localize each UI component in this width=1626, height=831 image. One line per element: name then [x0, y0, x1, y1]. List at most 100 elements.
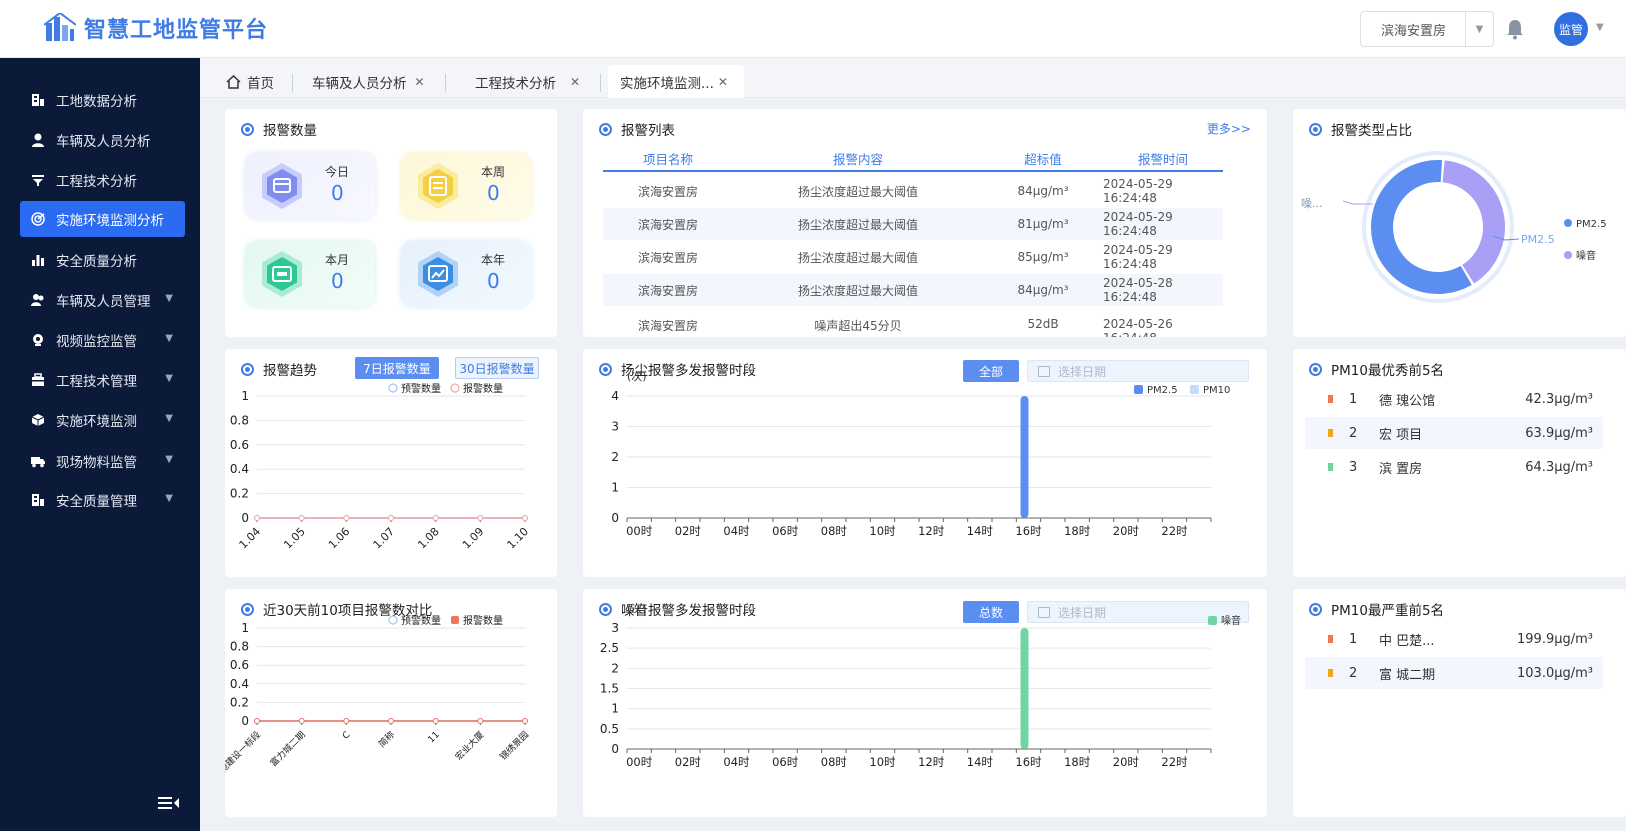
sidebar-item-vehicle-person-management[interactable]: 车辆及人员管理 ▼ [20, 282, 185, 318]
cube-icon [30, 412, 46, 428]
alarm-tile-today: 今日 0 [245, 153, 375, 219]
more-link[interactable]: 更多>> [1207, 120, 1251, 137]
list-item[interactable]: 2 富 城二期 103.0μg/m³ [1305, 657, 1603, 689]
tab-vehicle-person-analysis[interactable]: 车辆及人员分析 ✕ [312, 65, 425, 98]
tab-home[interactable]: 首页 [220, 65, 280, 98]
alarm-list-card: 报警列表 更多>> 项目名称 报警内容 超标值 报警时间 滨海安置房 扬尘浓度超… [583, 109, 1267, 337]
y-tick-label: 1 [611, 702, 619, 716]
data-point [477, 515, 484, 521]
x-tick-label: 08时 [821, 755, 848, 769]
y-tick-label: 3 [611, 420, 619, 434]
table-row[interactable]: 滨海安置房 扬尘浓度超过最大阈值 85μg/m³ 2024-05-29 16:2… [603, 241, 1223, 273]
legend-label: 预警数量 [401, 382, 441, 395]
sidebar-item-material-supervision[interactable]: 现场物料监管 ▼ [20, 443, 185, 479]
slice-label: 噪... [1301, 197, 1323, 210]
sidebar-item-env-monitoring[interactable]: 实施环境监测 ▼ [20, 402, 185, 438]
x-tick-label: 00时 [626, 524, 653, 538]
project-select-value: 滨海安置房 [1381, 23, 1447, 39]
list-item[interactable]: 1 中 巴楚... 199.9μg/m³ [1305, 623, 1603, 655]
y-axis-unit: (次) [627, 369, 647, 383]
sidebar-item-safety-quality-analysis[interactable]: 安全质量分析 [20, 242, 185, 278]
tab-env-monitoring-analysis[interactable]: 实施环境监测... ✕ [608, 65, 744, 98]
x-tick-label: 18时 [1064, 524, 1091, 538]
tab-divider [600, 74, 601, 92]
y-tick-label: 0 [241, 511, 249, 525]
x-tick-label: 22时 [1161, 755, 1188, 769]
x-tick-label: ...设施建设一标段 [225, 729, 263, 788]
column-header: 项目名称 [642, 152, 693, 167]
tab-divider [445, 74, 446, 92]
pm10-best-card: PM10最优秀前5名 1 德 瑰公馆 42.3μg/m³ 2 宏 项目 63.9… [1293, 349, 1626, 577]
x-tick-label: 00时 [626, 755, 653, 769]
avatar[interactable]: 监管 [1554, 12, 1588, 46]
legend-label: PM10 [1203, 385, 1230, 396]
sidebar-item-label: 工程技术管理 [56, 374, 137, 390]
tab-label: 实施环境监测... [620, 75, 714, 92]
slice-label: PM2.5 [1521, 233, 1555, 246]
truck-icon [30, 453, 46, 469]
sidebar-item-engineering-analysis[interactable]: 工程技术分析 [20, 162, 185, 198]
x-tick-label: 宏业大厦 [453, 729, 487, 763]
table-row[interactable]: 滨海安置房 扬尘浓度超过最大阈值 81μg/m³ 2024-05-29 16:2… [603, 208, 1223, 240]
tile-value: 0 [331, 181, 344, 205]
bar [1020, 628, 1029, 749]
sidebar: 工地数据分析 车辆及人员分析 工程技术分析 实施环境监测分析 安全质量分析 车辆… [0, 58, 200, 831]
close-icon[interactable]: ✕ [718, 75, 728, 89]
y-tick-label: 2 [611, 450, 619, 464]
data-point [477, 718, 484, 724]
close-icon[interactable]: ✕ [570, 75, 580, 89]
bar-chart-icon [30, 252, 46, 268]
noise-alarm-card: 噪音报警多发报警时段 总数 选择日期 (次) 0 0.5 1 1.5 2 2.5 3 00时 02… [583, 589, 1267, 817]
project-select[interactable]: 滨海安置房 ▼ [1360, 11, 1494, 47]
donut-slice [1442, 160, 1505, 284]
legend-marker [1564, 251, 1572, 259]
y-tick-label: 0.2 [230, 695, 249, 709]
sidebar-item-label: 实施环境监测分析 [56, 213, 164, 229]
data-point [522, 718, 528, 724]
tile-value: 0 [331, 269, 344, 293]
close-icon[interactable]: ✕ [415, 75, 425, 89]
x-tick-label: 1.04 [237, 525, 264, 552]
tab-divider [292, 74, 293, 92]
x-tick-label: 20时 [1113, 524, 1140, 538]
tab-engineering-analysis[interactable]: 工程技术分析 ✕ [475, 65, 580, 98]
list-item[interactable]: 3 滨 置房 64.3μg/m³ [1305, 451, 1603, 483]
list-item[interactable]: 2 宏 项目 63.9μg/m³ [1305, 417, 1603, 449]
legend-label: PM2.5 [1576, 219, 1607, 230]
sidebar-item-safety-quality-management[interactable]: 安全质量管理 ▼ [20, 482, 185, 518]
legend-marker [388, 383, 398, 393]
rank-marker [1328, 429, 1333, 437]
camera-icon [30, 332, 46, 348]
card-title: PM10最严重前5名 [1309, 599, 1444, 619]
x-tick-label: 10时 [869, 524, 896, 538]
tab-label: 车辆及人员分析 [312, 75, 407, 92]
data-point [298, 718, 305, 724]
sidebar-item-engineering-management[interactable]: 工程技术管理 ▼ [20, 362, 185, 398]
sidebar-item-site-data-analysis[interactable]: 工地数据分析 [20, 82, 185, 118]
collapse-menu-icon[interactable] [158, 795, 180, 811]
sidebar-item-vehicle-person-analysis[interactable]: 车辆及人员分析 [20, 122, 185, 158]
sidebar-item-env-monitoring-analysis[interactable]: 实施环境监测分析 [20, 201, 185, 237]
chevron-down-icon[interactable]: ▼ [1596, 22, 1604, 33]
filter-icon [30, 172, 46, 188]
x-tick-label: C [341, 730, 353, 742]
x-tick-label: 08时 [821, 524, 848, 538]
toolbox-icon [30, 372, 46, 388]
sidebar-item-video-monitoring[interactable]: 视频监控监管 ▼ [20, 322, 185, 358]
bar [1020, 396, 1029, 518]
x-tick-label: 1.08 [415, 525, 442, 552]
table-row[interactable]: 滨海安置房 扬尘浓度超过最大阈值 84μg/m³ 2024-05-28 16:2… [603, 274, 1223, 306]
bell-icon[interactable] [1505, 18, 1525, 40]
list-item[interactable]: 1 德 瑰公馆 42.3μg/m³ [1305, 383, 1603, 415]
x-tick-label: 04时 [723, 524, 750, 538]
data-point [343, 718, 350, 724]
sidebar-item-label: 车辆及人员管理 [56, 294, 151, 310]
data-point [522, 515, 528, 521]
x-tick-label: 1.05 [281, 525, 308, 552]
logo[interactable]: 智慧工地监管平台 [44, 12, 268, 44]
donut-slice [1371, 160, 1472, 294]
x-tick-label: 1.10 [505, 525, 532, 552]
column-header: 报警内容 [832, 152, 883, 167]
table-row[interactable]: 滨海安置房 噪声超出45分贝 52dB 2024-05-26 16:24:48 [603, 307, 1223, 337]
table-row[interactable]: 滨海安置房 扬尘浓度超过最大阈值 84μg/m³ 2024-05-29 16:2… [603, 175, 1223, 207]
